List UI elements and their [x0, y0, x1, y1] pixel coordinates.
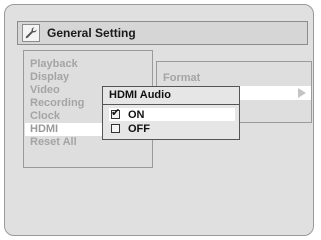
wrench-icon: [22, 24, 40, 42]
menu-item-recording[interactable]: Recording: [30, 97, 84, 110]
page-title: General Setting: [47, 26, 136, 40]
menu-item-reset-all[interactable]: Reset All: [30, 136, 77, 149]
popup-title: HDMI Audio: [103, 87, 239, 105]
option-off[interactable]: OFF: [109, 122, 235, 135]
menu-item-clock[interactable]: Clock: [30, 110, 60, 123]
checkbox-off[interactable]: [111, 124, 120, 133]
menu-item-video[interactable]: Video: [30, 84, 60, 97]
option-off-label: OFF: [128, 122, 150, 135]
option-on-label: ON: [128, 108, 145, 121]
menu-item-display[interactable]: Display: [30, 71, 69, 84]
checkbox-on[interactable]: ✔: [111, 107, 121, 119]
hdmi-audio-popup: HDMI Audio ✔ ON OFF: [102, 86, 240, 140]
menu-item-playback[interactable]: Playback: [30, 58, 78, 71]
right-arrow-icon: [298, 88, 306, 98]
title-bar: General Setting: [17, 21, 308, 45]
settings-screen: General Setting Playback Display Video R…: [4, 4, 314, 236]
submenu-item-format[interactable]: Format: [163, 72, 200, 84]
option-on[interactable]: ✔ ON: [109, 107, 235, 121]
checkmark-icon: ✔: [111, 107, 121, 119]
